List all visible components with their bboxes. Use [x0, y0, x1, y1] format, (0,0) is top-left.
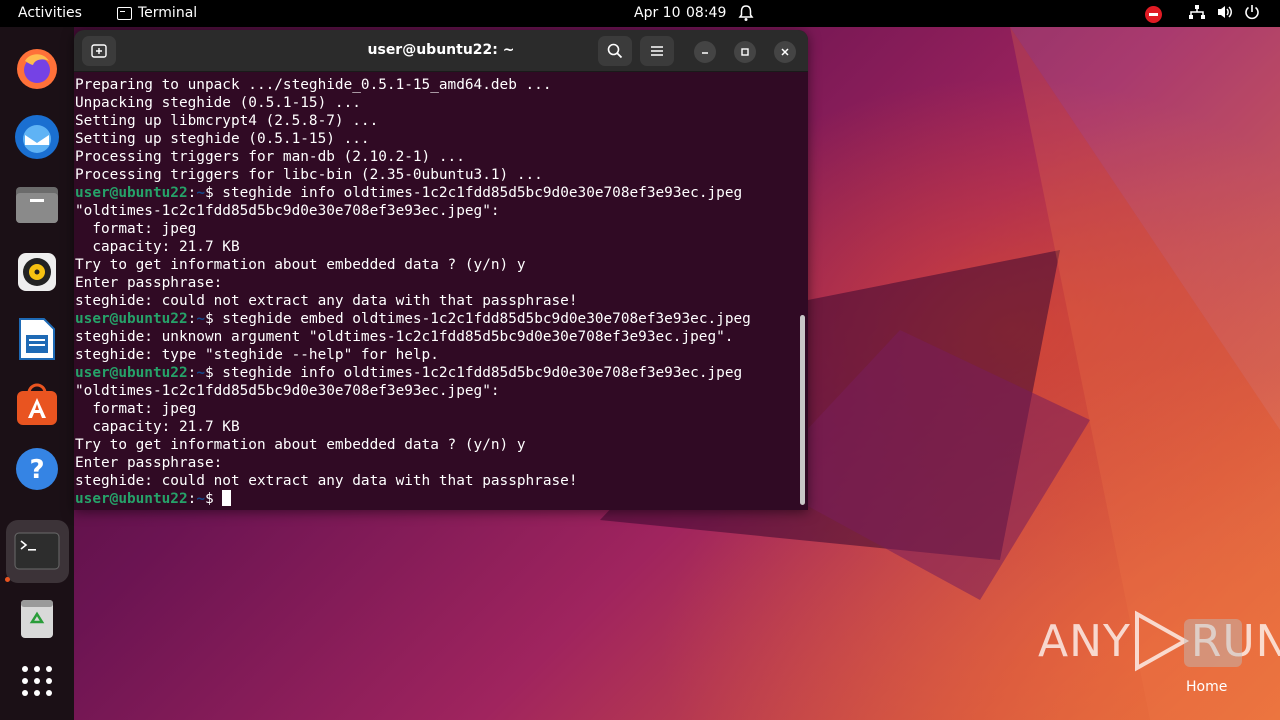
command-text: $ steghide info oldtimes-1c2c1fdd85d5bc9…	[204, 365, 743, 381]
running-indicator	[5, 577, 10, 582]
prompt-path: ~	[196, 491, 205, 507]
output-line: "oldtimes-1c2c1fdd85d5bc9d0e30e708ef3e93…	[75, 383, 500, 399]
anyrun-logo: ANY	[1038, 615, 1131, 667]
output-line: Processing triggers for libc-bin (2.35-0…	[75, 167, 543, 183]
output-line: Enter passphrase:	[75, 455, 223, 471]
home-folder-label[interactable]: Home	[1186, 679, 1227, 695]
help-icon[interactable]: ?	[13, 445, 61, 493]
svg-text:?: ?	[29, 455, 44, 485]
terminal-icon[interactable]	[13, 527, 61, 575]
app-menu[interactable]: Terminal	[117, 5, 197, 21]
anyrun-watermark: ANY RUN	[1038, 610, 1280, 672]
output-line: capacity: 21.7 KB	[75, 239, 240, 255]
output-line: Try to get information about embedded da…	[75, 437, 526, 453]
writer-icon[interactable]	[13, 315, 61, 363]
top-bar: Activities Terminal Apr 10 08:49	[0, 0, 1280, 27]
prompt-line: user@ubuntu22:~$	[75, 490, 795, 508]
maximize-icon	[741, 48, 749, 56]
output-line: Setting up libmcrypt4 (2.5.8-7) ...	[75, 113, 379, 129]
minimize-icon	[702, 52, 708, 54]
output-line: "oldtimes-1c2c1fdd85d5bc9d0e30e708ef3e93…	[75, 203, 500, 219]
files-icon[interactable]	[13, 181, 61, 229]
search-icon	[607, 43, 623, 59]
prompt-path: ~	[196, 311, 205, 327]
close-button[interactable]	[774, 41, 796, 63]
bell-icon[interactable]	[738, 4, 754, 26]
prompt-user: user@ubuntu22	[75, 491, 188, 507]
output-line: steghide: unknown argument "oldtimes-1c2…	[75, 329, 734, 345]
output-line: steghide: could not extract any data wit…	[75, 293, 578, 309]
terminal-output[interactable]: Preparing to unpack .../steghide_0.5.1-1…	[75, 76, 795, 508]
hamburger-icon	[651, 46, 663, 56]
home-folder-icon[interactable]	[1184, 619, 1242, 667]
output-line: format: jpeg	[75, 401, 197, 417]
search-button[interactable]	[598, 36, 632, 66]
terminal-app-icon	[117, 6, 132, 20]
terminal-window[interactable]: user@ubuntu22: ~ Preparing to unpack ...…	[74, 30, 808, 510]
output-line: Setting up steghide (0.5.1-15) ...	[75, 131, 370, 147]
command-text: $ steghide info oldtimes-1c2c1fdd85d5bc9…	[204, 185, 743, 201]
clock-time[interactable]: 08:49	[686, 5, 726, 21]
play-icon	[1134, 610, 1189, 672]
terminal-headerbar[interactable]: user@ubuntu22: ~	[74, 30, 808, 72]
trash-icon[interactable]	[13, 594, 61, 642]
output-line: Processing triggers for man-db (2.10.2-1…	[75, 149, 465, 165]
text-cursor	[222, 490, 232, 506]
firefox-icon[interactable]	[13, 45, 61, 93]
prompt-line: user@ubuntu22:~$ steghide info oldtimes-…	[75, 365, 743, 381]
dock: ?	[0, 27, 74, 720]
power-icon[interactable]	[1244, 4, 1260, 24]
output-line: format: jpeg	[75, 221, 197, 237]
command-text: $	[204, 491, 223, 507]
close-icon	[781, 48, 789, 56]
app-center-icon[interactable]	[13, 381, 61, 429]
prompt-line: user@ubuntu22:~$ steghide embed oldtimes…	[75, 311, 751, 327]
system-tray[interactable]	[1145, 4, 1260, 24]
prompt-user: user@ubuntu22	[75, 365, 188, 381]
menu-button[interactable]	[640, 36, 674, 66]
output-line: steghide: could not extract any data wit…	[75, 473, 578, 489]
show-apps-icon[interactable]	[13, 657, 61, 705]
prompt-path: ~	[196, 365, 205, 381]
maximize-button[interactable]	[734, 41, 756, 63]
volume-icon[interactable]	[1216, 4, 1234, 24]
output-line: steghide: type "steghide --help" for hel…	[75, 347, 439, 363]
clock-date[interactable]: Apr 10	[634, 5, 680, 21]
output-line: Enter passphrase:	[75, 275, 223, 291]
output-line: Try to get information about embedded da…	[75, 257, 526, 273]
do-not-disturb-icon[interactable]	[1145, 5, 1162, 23]
output-line: Preparing to unpack .../steghide_0.5.1-1…	[75, 77, 552, 93]
activities-button[interactable]: Activities	[18, 5, 82, 21]
output-line: Unpacking steghide (0.5.1-15) ...	[75, 95, 361, 111]
command-text: $ steghide embed oldtimes-1c2c1fdd85d5bc…	[204, 311, 751, 327]
network-icon[interactable]	[1188, 4, 1206, 24]
rhythmbox-icon[interactable]	[13, 248, 61, 296]
minimize-button[interactable]	[694, 41, 716, 63]
prompt-path: ~	[196, 185, 205, 201]
prompt-user: user@ubuntu22	[75, 185, 188, 201]
prompt-line: user@ubuntu22:~$ steghide info oldtimes-…	[75, 185, 743, 201]
prompt-user: user@ubuntu22	[75, 311, 188, 327]
thunderbird-icon[interactable]	[13, 113, 61, 161]
output-line: capacity: 21.7 KB	[75, 419, 240, 435]
app-menu-label: Terminal	[138, 5, 198, 21]
terminal-scrollbar[interactable]	[800, 315, 805, 505]
